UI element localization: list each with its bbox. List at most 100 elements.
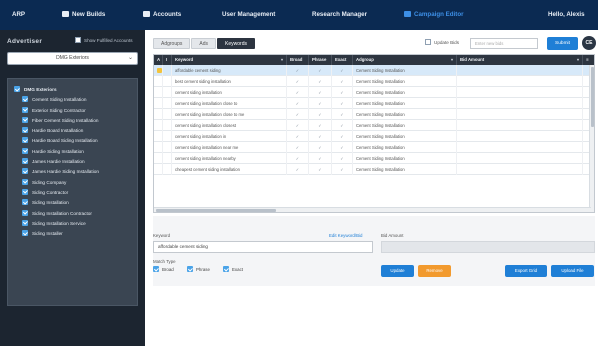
match-type-broad-label: Broad — [162, 267, 174, 272]
tree-campaign-item[interactable]: Siding Installation — [8, 198, 137, 208]
nav-accounts[interactable]: Accounts — [143, 10, 181, 19]
col-header-phrase[interactable]: Phrase — [309, 55, 332, 65]
cell-phrase: ✓ — [309, 120, 332, 131]
tree-campaign-item[interactable]: Siding Contractor — [8, 188, 137, 198]
nav-new-builds[interactable]: New Builds — [62, 10, 105, 19]
table-row[interactable]: affordable cement siding ✓ ✓ ✓ Cement Siding… — [154, 65, 594, 76]
checkbox-checked-icon[interactable] — [22, 209, 28, 216]
checkbox-checked-icon[interactable] — [22, 199, 28, 206]
edit-keyword-link[interactable]: Edit Keyword/Bid — [329, 233, 362, 239]
show-fulfilled-toggle[interactable]: Show Fulfilled Accounts — [75, 37, 133, 45]
table-row[interactable]: cement siding installation nearby ✓ ✓ ✓ Ceme… — [154, 153, 594, 164]
table-row[interactable]: cement siding installation closest ✓ ✓ ✓ Cem… — [154, 120, 594, 131]
upload-file-button[interactable]: Upload File — [551, 265, 594, 277]
update-bids-checkbox[interactable] — [425, 39, 431, 45]
submit-button[interactable]: Submit — [547, 37, 578, 50]
cell-i — [163, 76, 172, 87]
tab-ads[interactable]: Ads — [191, 38, 217, 49]
checkbox-checked-icon[interactable] — [22, 127, 28, 134]
tree-campaign-item[interactable]: Fiber Cement Siding Installation — [8, 116, 137, 126]
nav-research-manager[interactable]: Research Manager — [312, 10, 367, 19]
export-grid-button[interactable]: Export Grid — [505, 265, 547, 277]
col-header-i[interactable]: I — [163, 55, 172, 65]
tree-campaign-item[interactable]: Siding Company — [8, 178, 137, 188]
cell-adgroup: Cement Siding Installation — [353, 131, 457, 142]
checkbox-checked-icon[interactable] — [22, 230, 28, 237]
tree-campaign-item[interactable]: Siding Installer — [8, 229, 137, 239]
bulk-bid-input[interactable]: Enter new bids — [470, 38, 538, 49]
nav-campaign-editor[interactable]: Campaign Editor — [404, 10, 464, 19]
checkbox-checked-icon[interactable] — [22, 158, 28, 165]
checkbox-checked-icon[interactable] — [14, 86, 20, 92]
user-greeting[interactable]: Hello, Alexis — [548, 10, 585, 19]
checkbox-checked-icon[interactable] — [22, 106, 28, 113]
col-header-adgroup[interactable]: Adgroup ▾ — [353, 55, 457, 65]
user-avatar-button[interactable]: CE — [582, 36, 596, 50]
cell-i — [163, 153, 172, 164]
tree-campaign-item[interactable]: Exterior Siding Contractor — [8, 106, 137, 116]
keyword-input[interactable]: affordable cement siding — [153, 241, 373, 253]
tree-campaign-item[interactable]: Hardie Siding Installation — [8, 147, 137, 157]
checkbox-checked-icon[interactable] — [22, 168, 28, 175]
checkbox-checked-icon[interactable] — [153, 266, 159, 272]
table-row[interactable]: best cement siding installation ✓ ✓ ✓ Cement… — [154, 76, 594, 87]
tab-keywords[interactable]: Keywords — [217, 38, 255, 49]
checkbox-checked-icon[interactable] — [22, 219, 28, 226]
tree-campaign-item[interactable]: James Hardie Installation — [8, 157, 137, 167]
chevron-down-icon[interactable]: ▾ — [577, 55, 579, 65]
checkbox-checked-icon[interactable] — [22, 96, 28, 103]
bid-amount-input[interactable] — [381, 241, 595, 253]
cell-broad: ✓ — [287, 65, 309, 76]
table-row[interactable]: cement siding installation close to ✓ ✓ ✓ Ce… — [154, 98, 594, 109]
cell-broad: ✓ — [287, 153, 309, 164]
scrollbar-thumb[interactable] — [591, 67, 594, 127]
nav-user-management[interactable]: User Management — [222, 10, 275, 19]
cell-broad: ✓ — [287, 164, 309, 175]
col-header-a[interactable]: A — [154, 55, 163, 65]
advertiser-select[interactable]: DMG Exteriors ⌄ — [7, 52, 138, 65]
update-button[interactable]: Update — [381, 265, 414, 277]
menu-icon[interactable]: ≡ — [586, 57, 589, 62]
col-header-menu[interactable]: ≡ — [583, 55, 594, 65]
chevron-down-icon[interactable]: ▾ — [451, 55, 453, 65]
show-fulfilled-checkbox[interactable] — [75, 37, 81, 43]
tree-root-item[interactable]: DMG Exteriors — [8, 85, 137, 95]
checkbox-checked-icon[interactable] — [22, 116, 28, 123]
chevron-down-icon[interactable]: ▾ — [281, 55, 283, 65]
edit-icon — [404, 11, 411, 17]
grid-horizontal-scrollbar[interactable] — [154, 207, 591, 212]
scrollbar-thumb[interactable] — [156, 209, 276, 212]
cell-i — [163, 120, 172, 131]
advertiser-select-value: DMG Exteriors — [56, 55, 89, 61]
update-bids-toggle[interactable]: Update Bids — [425, 39, 459, 47]
col-header-bid-amount[interactable]: Bid Amount ▾ — [457, 55, 583, 65]
checkbox-checked-icon[interactable] — [22, 178, 28, 185]
col-header-keyword[interactable]: Keyword ▾ — [172, 55, 287, 65]
checkbox-checked-icon[interactable] — [187, 266, 193, 272]
col-header-exact[interactable]: Exact — [332, 55, 353, 65]
col-header-broad[interactable]: Broad — [287, 55, 309, 65]
tree-campaign-item[interactable]: Siding Installation Service — [8, 219, 137, 229]
table-row[interactable]: cement siding installation ✓ ✓ ✓ Cement Sidi… — [154, 87, 594, 98]
table-row[interactable]: cement siding installation close to me ✓ ✓… — [154, 109, 594, 120]
tree-campaign-item[interactable]: Hardie Board Installation — [8, 126, 137, 136]
remove-button[interactable]: Remove — [418, 265, 451, 277]
grid-vertical-scrollbar[interactable] — [589, 65, 594, 212]
tree-campaign-item[interactable]: Hardie Board Siding Installation — [8, 136, 137, 146]
checkbox-checked-icon[interactable] — [22, 188, 28, 195]
table-row[interactable]: cheapest cement siding installation ✓ ✓ ✓ Ce… — [154, 164, 594, 175]
table-row[interactable]: cement siding installation near me ✓ ✓ ✓ Cem… — [154, 142, 594, 153]
cell-a — [154, 109, 163, 120]
nav-home-link[interactable]: ARP — [12, 10, 25, 19]
checkbox-checked-icon[interactable] — [223, 266, 229, 272]
table-row[interactable]: cement siding installation in ✓ ✓ ✓ Cement S… — [154, 131, 594, 142]
tree-campaign-item[interactable]: James Hardie Siding Installation — [8, 167, 137, 177]
match-type-phrase[interactable]: Phrase — [187, 266, 210, 273]
tree-campaign-item[interactable]: Cement Siding Installation — [8, 95, 137, 105]
match-type-broad[interactable]: Broad — [153, 266, 174, 273]
tree-campaign-item[interactable]: Siding Installation Contractor — [8, 209, 137, 219]
tab-adgroups[interactable]: Adgroups — [153, 38, 191, 49]
checkbox-checked-icon[interactable] — [22, 137, 28, 144]
match-type-exact[interactable]: Exact — [223, 266, 243, 273]
checkbox-checked-icon[interactable] — [22, 147, 28, 154]
